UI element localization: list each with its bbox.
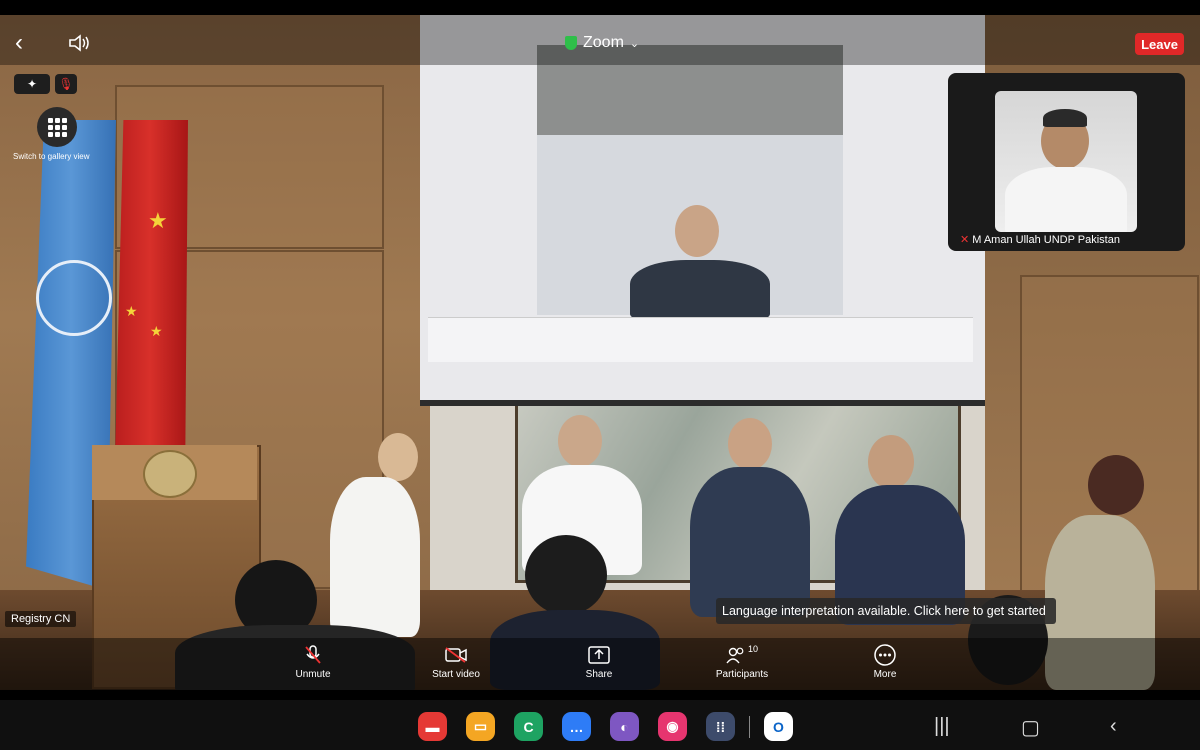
projected-toolbar <box>428 317 973 362</box>
more-label: More <box>873 669 897 680</box>
app-drawer-icon[interactable]: ⁞⁞ <box>706 712 735 741</box>
sparkle-icon[interactable]: ✦ <box>14 74 50 94</box>
participants-icon <box>726 647 744 664</box>
taskbar-divider <box>749 716 750 738</box>
chevron-down-icon: ⌄ <box>629 37 640 50</box>
video-off-icon <box>445 647 467 663</box>
home-icon[interactable]: ▢ <box>1021 715 1040 740</box>
recents-icon[interactable]: ||| <box>934 715 950 738</box>
share-icon <box>588 646 610 664</box>
share-label: Share <box>585 669 613 680</box>
pip-name-label: ✕ M Aman Ullah UNDP Pakistan <box>960 233 1120 247</box>
audience-head <box>525 535 607 615</box>
flag-star: ★ <box>150 323 163 339</box>
app-outlook-icon[interactable]: O <box>764 712 793 741</box>
panelist <box>690 467 810 617</box>
panelist-head <box>1088 455 1144 515</box>
participant-name: M Aman Ullah UNDP Pakistan <box>972 233 1120 246</box>
app-messages-icon[interactable]: … <box>562 712 591 741</box>
flag-star: ★ <box>148 208 168 233</box>
participants-count: 10 <box>747 644 758 654</box>
android-taskbar <box>0 700 1200 750</box>
leave-button[interactable]: Leave <box>1135 33 1184 55</box>
flag-star: ★ <box>125 303 138 319</box>
language-interpretation-banner[interactable]: Language interpretation available. Click… <box>716 598 1056 624</box>
more-button[interactable]: More <box>845 644 925 680</box>
meeting-title-button[interactable]: Zoom ⌄ <box>565 34 639 52</box>
meeting-title: Zoom <box>583 34 624 51</box>
app-internet-icon[interactable]: ◐ <box>610 712 639 741</box>
gallery-view-button[interactable] <box>37 107 77 147</box>
participants-button[interactable]: 10 Participants <box>702 644 782 680</box>
panelist-head <box>728 418 772 470</box>
share-button[interactable]: Share <box>559 645 639 680</box>
mic-muted-icon[interactable]: 🎙 <box>55 74 77 94</box>
room-name-tag: Registry CN <box>5 611 77 627</box>
un-seal <box>143 450 197 498</box>
un-emblem <box>36 260 112 336</box>
back-nav-icon[interactable]: ‹ <box>1110 715 1117 738</box>
panelist-head <box>378 433 418 481</box>
gallery-view-label: Switch to gallery view <box>13 152 90 161</box>
panelist-head <box>558 415 602 467</box>
app-files-icon[interactable]: ▭ <box>466 712 495 741</box>
app-phone-icon[interactable]: C <box>514 712 543 741</box>
status-bar <box>0 0 1200 15</box>
mic-muted-icon: ✕ <box>960 234 970 246</box>
app-flip-icon[interactable]: ▬ <box>418 712 447 741</box>
projected-speaker <box>625 205 775 320</box>
start-video-button[interactable]: Start video <box>416 645 496 680</box>
speaker-icon[interactable] <box>68 34 92 52</box>
panelist-head <box>868 435 914 489</box>
back-arrow-icon[interactable]: ‹ <box>15 31 23 55</box>
unmute-button[interactable]: Unmute <box>273 645 353 680</box>
app-camera-icon[interactable]: ◉ <box>658 712 687 741</box>
more-icon <box>874 644 896 666</box>
shield-icon <box>565 36 577 50</box>
mic-muted-icon <box>305 645 321 664</box>
panelist <box>330 477 420 637</box>
grid-icon <box>47 117 67 137</box>
participants-label: Participants <box>715 669 769 680</box>
unmute-label: Unmute <box>295 669 331 680</box>
pip-video <box>995 91 1137 232</box>
start-video-label: Start video <box>432 669 480 680</box>
